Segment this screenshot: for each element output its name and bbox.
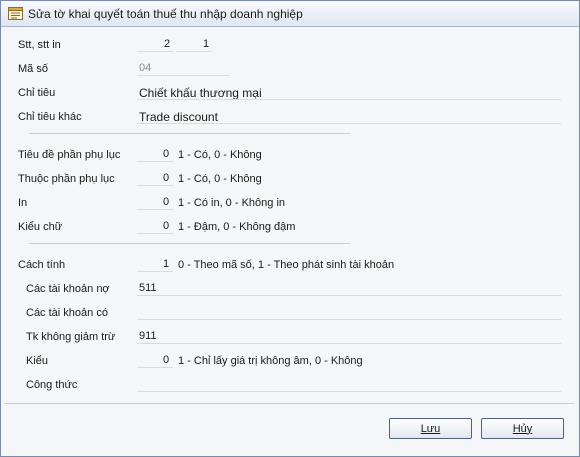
kieu-hint: 1 - Chỉ lấy giá trị không âm, 0 - Không: [178, 355, 363, 367]
window-title: Sửa tờ khai quyết toán thuế thu nhập doa…: [28, 7, 303, 21]
ma-so-input: 04: [139, 62, 152, 74]
kieu-chu-input[interactable]: 0: [163, 220, 169, 232]
stt-label: Stt, stt in: [18, 39, 61, 51]
save-button[interactable]: Lưu: [389, 418, 472, 439]
kieu-underline: [137, 367, 173, 368]
chi-tieu-input[interactable]: Chiết khấu thương mại: [139, 86, 262, 100]
tk-no-label: Các tài khoản nợ: [26, 283, 110, 295]
cong-thuc-underline: [137, 391, 561, 392]
thuoc-phan-underline: [137, 185, 173, 186]
cancel-button[interactable]: Hủy: [481, 418, 564, 439]
tieu-de-underline: [137, 161, 173, 162]
cach-tinh-underline: [137, 271, 173, 272]
section-divider-1: [29, 133, 350, 134]
stt-input[interactable]: 2: [164, 38, 170, 50]
tk-co-underline: [137, 319, 561, 320]
ma-so-label: Mã số: [18, 63, 48, 75]
in-label: In: [18, 197, 28, 209]
tk-no-underline: [137, 295, 561, 296]
kieu-chu-label: Kiểu chữ: [18, 221, 63, 233]
tk-khong-giam-tru-label: Tk không giảm trừ: [26, 331, 116, 343]
tieu-de-hint: 1 - Có, 0 - Không: [178, 149, 262, 161]
stt-in-input[interactable]: 1: [203, 38, 209, 50]
cach-tinh-input[interactable]: 1: [163, 258, 169, 270]
ma-so-underline: [137, 75, 230, 76]
kieu-chu-underline: [137, 233, 173, 234]
section-divider-2: [29, 243, 350, 244]
tk-no-input[interactable]: 511: [139, 282, 157, 294]
in-input[interactable]: 0: [163, 196, 169, 208]
kieu-label: Kiểu: [26, 355, 49, 367]
tieu-de-input[interactable]: 0: [163, 148, 169, 160]
tk-co-label: Các tài khoản có: [26, 307, 108, 319]
chi-tieu-label: Chỉ tiêu: [18, 87, 56, 99]
in-hint: 1 - Có in, 0 - Không in: [178, 197, 286, 209]
chi-tieu-khac-underline: [137, 123, 561, 124]
stt-in-input-underline: [176, 51, 212, 52]
cong-thuc-label: Công thức: [26, 379, 78, 391]
tk-khong-giam-tru-underline: [137, 343, 561, 344]
title-bar: Sửa tờ khai quyết toán thuế thu nhập doa…: [1, 1, 579, 27]
cach-tinh-hint: 0 - Theo mã số, 1 - Theo phát sinh tài k…: [178, 259, 395, 271]
chi-tieu-khac-input[interactable]: Trade discount: [139, 110, 218, 124]
cach-tinh-label: Cách tính: [18, 259, 66, 271]
chi-tieu-underline: [137, 99, 561, 100]
footer-divider: [4, 403, 574, 404]
form-icon: [8, 7, 23, 20]
kieu-chu-hint: 1 - Đậm, 0 - Không đậm: [178, 221, 296, 233]
kieu-input[interactable]: 0: [163, 354, 169, 366]
tk-khong-giam-tru-input[interactable]: 911: [139, 330, 157, 342]
thuoc-phan-input[interactable]: 0: [163, 172, 169, 184]
tieu-de-label: Tiêu đề phần phụ lục: [18, 149, 121, 161]
stt-input-underline: [137, 51, 173, 52]
in-underline: [137, 209, 173, 210]
thuoc-phan-label: Thuộc phần phụ lục: [18, 173, 115, 185]
thuoc-phan-hint: 1 - Có, 0 - Không: [178, 173, 262, 185]
chi-tieu-khac-label: Chỉ tiêu khác: [18, 111, 82, 123]
